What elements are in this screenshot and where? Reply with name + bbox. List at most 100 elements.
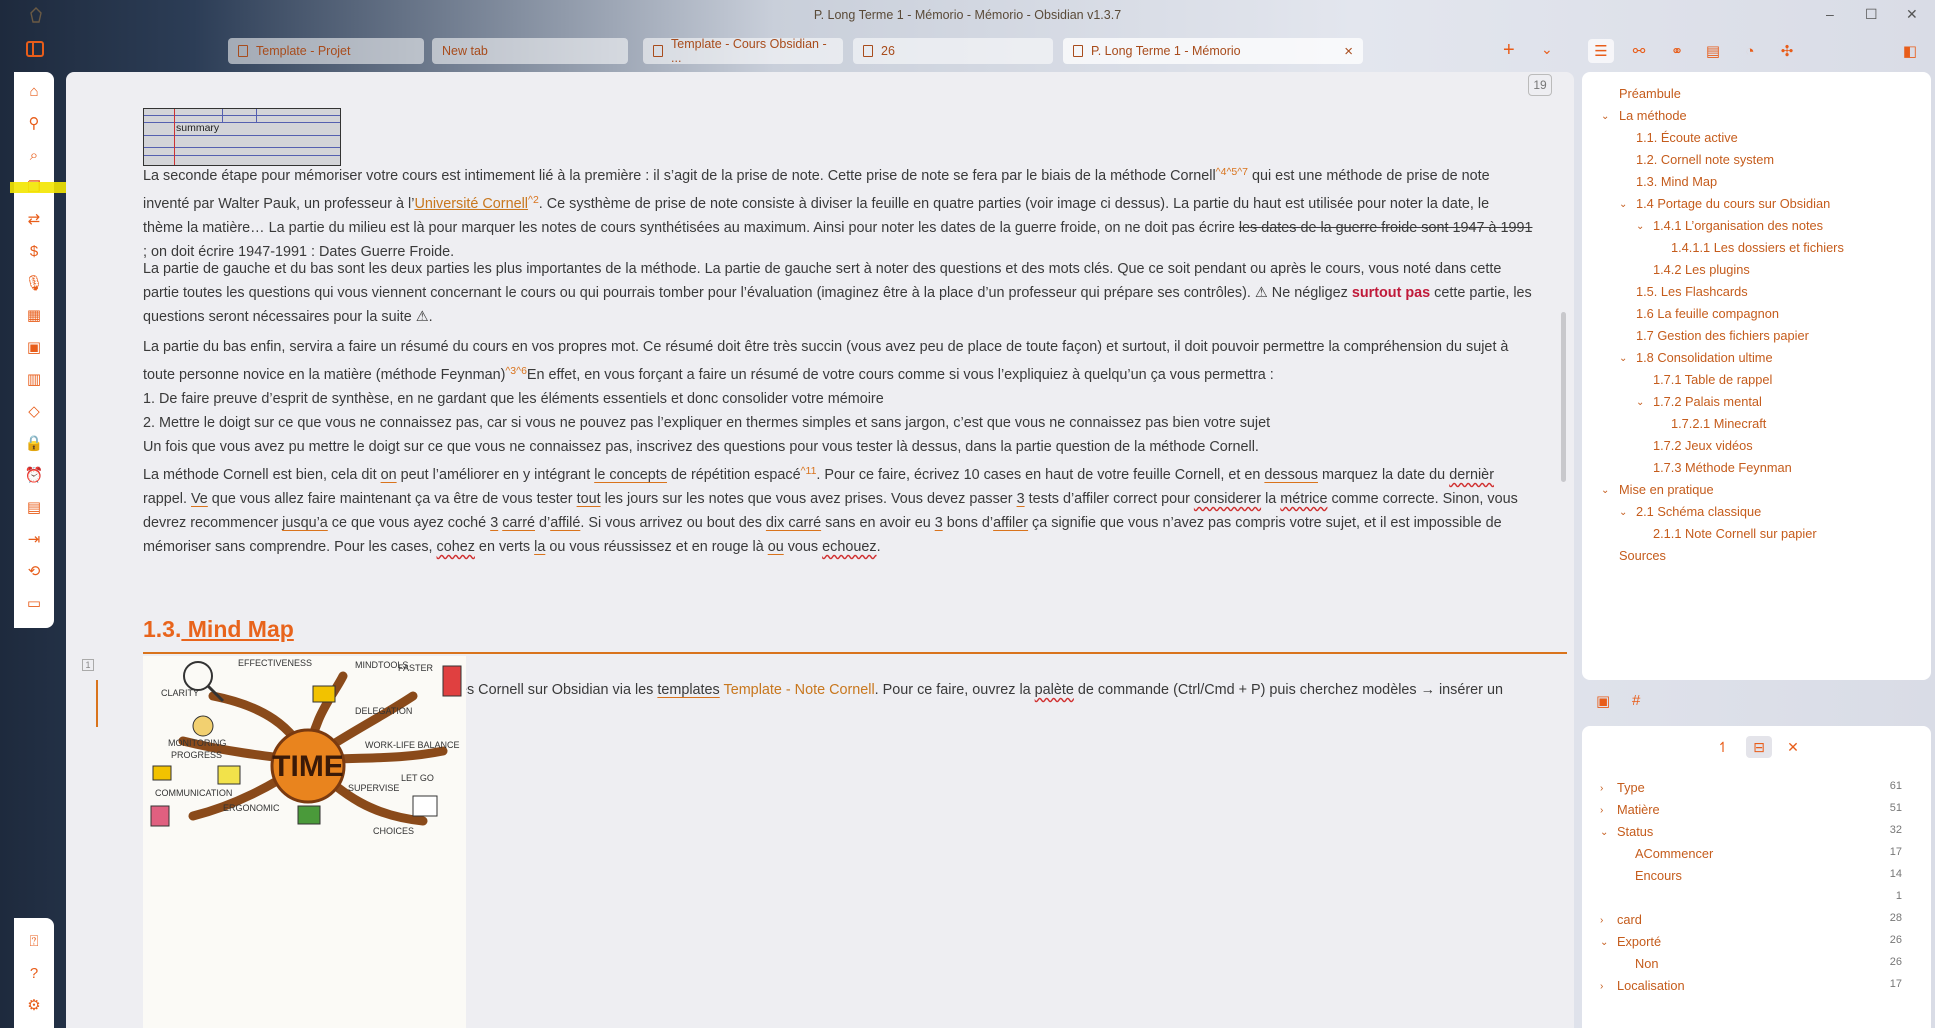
property-row[interactable]: › Localisation 17 bbox=[1582, 978, 1922, 1000]
outline-view-icon[interactable]: ☰ bbox=[1588, 39, 1614, 63]
fold-badge[interactable]: 1 bbox=[82, 659, 94, 671]
chevron-down-icon[interactable]: ⌄ bbox=[1600, 827, 1608, 838]
new-tab-button[interactable]: + bbox=[1503, 39, 1515, 62]
outline-item[interactable]: 1.1. Écoute active bbox=[1636, 130, 1738, 145]
chevron-right-icon[interactable]: › bbox=[1600, 805, 1603, 816]
chevron-down-icon[interactable]: ⌄ bbox=[1600, 937, 1608, 948]
property-row[interactable]: Encours 14 bbox=[1582, 868, 1922, 890]
chevron-down-icon[interactable]: ⌄ bbox=[1619, 507, 1627, 518]
outline-item[interactable]: 2.1.1 Note Cornell sur papier bbox=[1653, 526, 1817, 541]
chevron-right-icon[interactable]: › bbox=[1600, 783, 1603, 794]
home-icon[interactable]: ⌂ bbox=[24, 82, 44, 102]
collapse-all-icon[interactable]: ✕ bbox=[1780, 736, 1806, 758]
file-sync-icon[interactable]: ⟲ bbox=[24, 562, 44, 582]
tab-new-tab[interactable]: New tab bbox=[432, 38, 628, 64]
chevron-down-icon[interactable]: ⌄ bbox=[1619, 353, 1627, 364]
settings-gear-icon[interactable]: ⚙ bbox=[24, 996, 44, 1016]
chevron-down-icon[interactable]: ⌄ bbox=[1601, 485, 1609, 496]
link-template-note-cornell[interactable]: Template - Note Cornell bbox=[724, 682, 875, 698]
chevron-down-icon[interactable]: ⌄ bbox=[1636, 397, 1644, 408]
chevron-down-icon[interactable]: ⌄ bbox=[1619, 199, 1627, 210]
rss-icon[interactable]: ◔ bbox=[1737, 39, 1763, 63]
left-sidebar-toggle-icon[interactable] bbox=[26, 41, 44, 57]
footnote-ref[interactable]: ^3^6 bbox=[505, 365, 527, 377]
outgoing-links-icon[interactable]: ⚭ bbox=[1664, 39, 1690, 63]
close-window-button[interactable]: ✕ bbox=[1906, 6, 1918, 23]
outline-item[interactable]: 1.7 Gestion des fichiers papier bbox=[1636, 328, 1809, 343]
outline-item[interactable]: 2.1 Schéma classique bbox=[1636, 504, 1761, 519]
paragraph-summary-part[interactable]: La partie du bas enfin, servira a faire … bbox=[143, 335, 1533, 559]
layout-icon[interactable]: ▥ bbox=[24, 370, 44, 390]
footnote-ref[interactable]: ^4^5^7 bbox=[1216, 166, 1248, 178]
file-export-icon[interactable]: ▤ bbox=[1700, 39, 1726, 63]
outline-item-la-methode[interactable]: La méthode bbox=[1619, 108, 1687, 123]
alarm-icon[interactable]: ⏰ bbox=[24, 466, 44, 486]
outline-item-preambule[interactable]: Préambule bbox=[1619, 86, 1681, 101]
paragraph-spaced-repetition: La méthode Cornell est bien, cela dit on… bbox=[143, 465, 1518, 555]
property-row[interactable]: › Matière 51 bbox=[1582, 802, 1922, 824]
editor-pane[interactable]: 19 summary La seconde étape pour mémoris… bbox=[66, 72, 1574, 1028]
lock-icon[interactable]: 🔒 bbox=[24, 434, 44, 454]
property-row[interactable]: 1 bbox=[1582, 890, 1922, 912]
dashboard-icon[interactable]: ▦ bbox=[24, 306, 44, 326]
tab-template-projet[interactable]: Template - Projet bbox=[228, 38, 424, 64]
outline-item[interactable]: 1.3. Mind Map bbox=[1636, 174, 1717, 189]
outline-item[interactable]: 1.4.1 L’organisation des notes bbox=[1653, 218, 1823, 233]
tree-view-icon[interactable]: ⊟ bbox=[1746, 736, 1772, 758]
login-icon[interactable]: ⇥ bbox=[24, 530, 44, 550]
heading-mind-map[interactable]: 1.3. Mind Map bbox=[143, 616, 294, 643]
link-universite-cornell[interactable]: Université Cornell bbox=[414, 196, 528, 212]
outline-item[interactable]: 1.7.2 Jeux vidéos bbox=[1653, 438, 1753, 453]
tab-26[interactable]: 26 bbox=[853, 38, 1053, 64]
minimize-button[interactable]: – bbox=[1826, 6, 1834, 22]
microphone-icon[interactable]: 🎙 bbox=[24, 274, 44, 294]
property-row[interactable]: Non 26 bbox=[1582, 956, 1922, 978]
sort-icon[interactable]: ↿ bbox=[1710, 736, 1736, 758]
outline-item[interactable]: 1.8 Consolidation ultime bbox=[1636, 350, 1773, 365]
outline-item[interactable]: 1.5. Les Flashcards bbox=[1636, 284, 1748, 299]
property-row[interactable]: › card 28 bbox=[1582, 912, 1922, 934]
dollar-icon[interactable]: $ bbox=[24, 242, 44, 262]
chevron-right-icon[interactable]: › bbox=[1600, 981, 1603, 992]
outline-item[interactable]: 1.2. Cornell note system bbox=[1636, 152, 1774, 167]
tab-template-cours[interactable]: Template - Cours Obsidian - ... bbox=[643, 37, 843, 65]
property-row[interactable]: ACommencer 17 bbox=[1582, 846, 1922, 868]
outline-item-sources[interactable]: Sources bbox=[1619, 548, 1666, 563]
outline-item[interactable]: 1.4.2 Les plugins bbox=[1653, 262, 1750, 277]
tab-list-chevron-icon[interactable]: ⌄ bbox=[1541, 41, 1553, 58]
calendar-panel-icon[interactable]: ▣ bbox=[1596, 692, 1610, 710]
close-tab-icon[interactable]: × bbox=[1344, 43, 1353, 60]
outline-item[interactable]: 1.4.1.1 Les dossiers et fichiers bbox=[1671, 240, 1844, 255]
property-row[interactable]: ⌄ Status 32 bbox=[1582, 824, 1922, 846]
chevron-down-icon[interactable]: ⌄ bbox=[1636, 221, 1644, 232]
property-row[interactable]: ⌄ Exporté 26 bbox=[1582, 934, 1922, 956]
outline-item[interactable]: 1.7.3 Méthode Feynman bbox=[1653, 460, 1792, 475]
outline-item[interactable]: 1.7.2.1 Minecraft bbox=[1671, 416, 1766, 431]
paragraph-left-part[interactable]: La partie de gauche et du bas sont les d… bbox=[143, 257, 1533, 329]
book-icon[interactable]: ▭ bbox=[24, 594, 44, 614]
chevron-down-icon[interactable]: ⌄ bbox=[1601, 111, 1609, 122]
calendar-icon[interactable]: ▣ bbox=[24, 338, 44, 358]
shapes-icon[interactable]: ◇ bbox=[24, 402, 44, 422]
tab-p-long-terme[interactable]: P. Long Terme 1 - Mémorio × bbox=[1063, 38, 1363, 64]
help-icon[interactable]: ? bbox=[24, 964, 44, 984]
backlinks-icon[interactable]: ⚯ bbox=[1626, 39, 1652, 63]
paragraph-cornell-intro[interactable]: La seconde étape pour mémoriser votre co… bbox=[143, 160, 1533, 264]
outline-item[interactable]: 1.4 Portage du cours sur Obsidian bbox=[1636, 196, 1830, 211]
mind-map-center-label: TIME bbox=[272, 750, 344, 783]
tags-icon[interactable]: # bbox=[1632, 692, 1640, 709]
table-icon[interactable]: ▤ bbox=[24, 498, 44, 518]
maximize-button[interactable]: ☐ bbox=[1865, 6, 1878, 23]
chevron-right-icon[interactable]: › bbox=[1600, 915, 1603, 926]
right-sidebar-toggle-icon[interactable]: ◧ bbox=[1897, 39, 1923, 63]
footnote-ref[interactable]: ^2 bbox=[528, 194, 539, 206]
vault-icon[interactable]: ⍰ bbox=[24, 932, 44, 952]
outline-item[interactable]: 1.7.1 Table de rappel bbox=[1653, 372, 1772, 387]
outline-item[interactable]: 1.7.2 Palais mental bbox=[1653, 394, 1762, 409]
graph-icon[interactable]: ✣ bbox=[1774, 39, 1800, 63]
editor-scrollbar[interactable] bbox=[1561, 312, 1566, 482]
outline-item[interactable]: 1.6 La feuille compagnon bbox=[1636, 306, 1779, 321]
property-row[interactable]: › Type 61 bbox=[1582, 780, 1922, 802]
outline-item[interactable]: Mise en pratique bbox=[1619, 482, 1714, 497]
graph-view-icon[interactable]: ⚲ bbox=[24, 114, 44, 134]
